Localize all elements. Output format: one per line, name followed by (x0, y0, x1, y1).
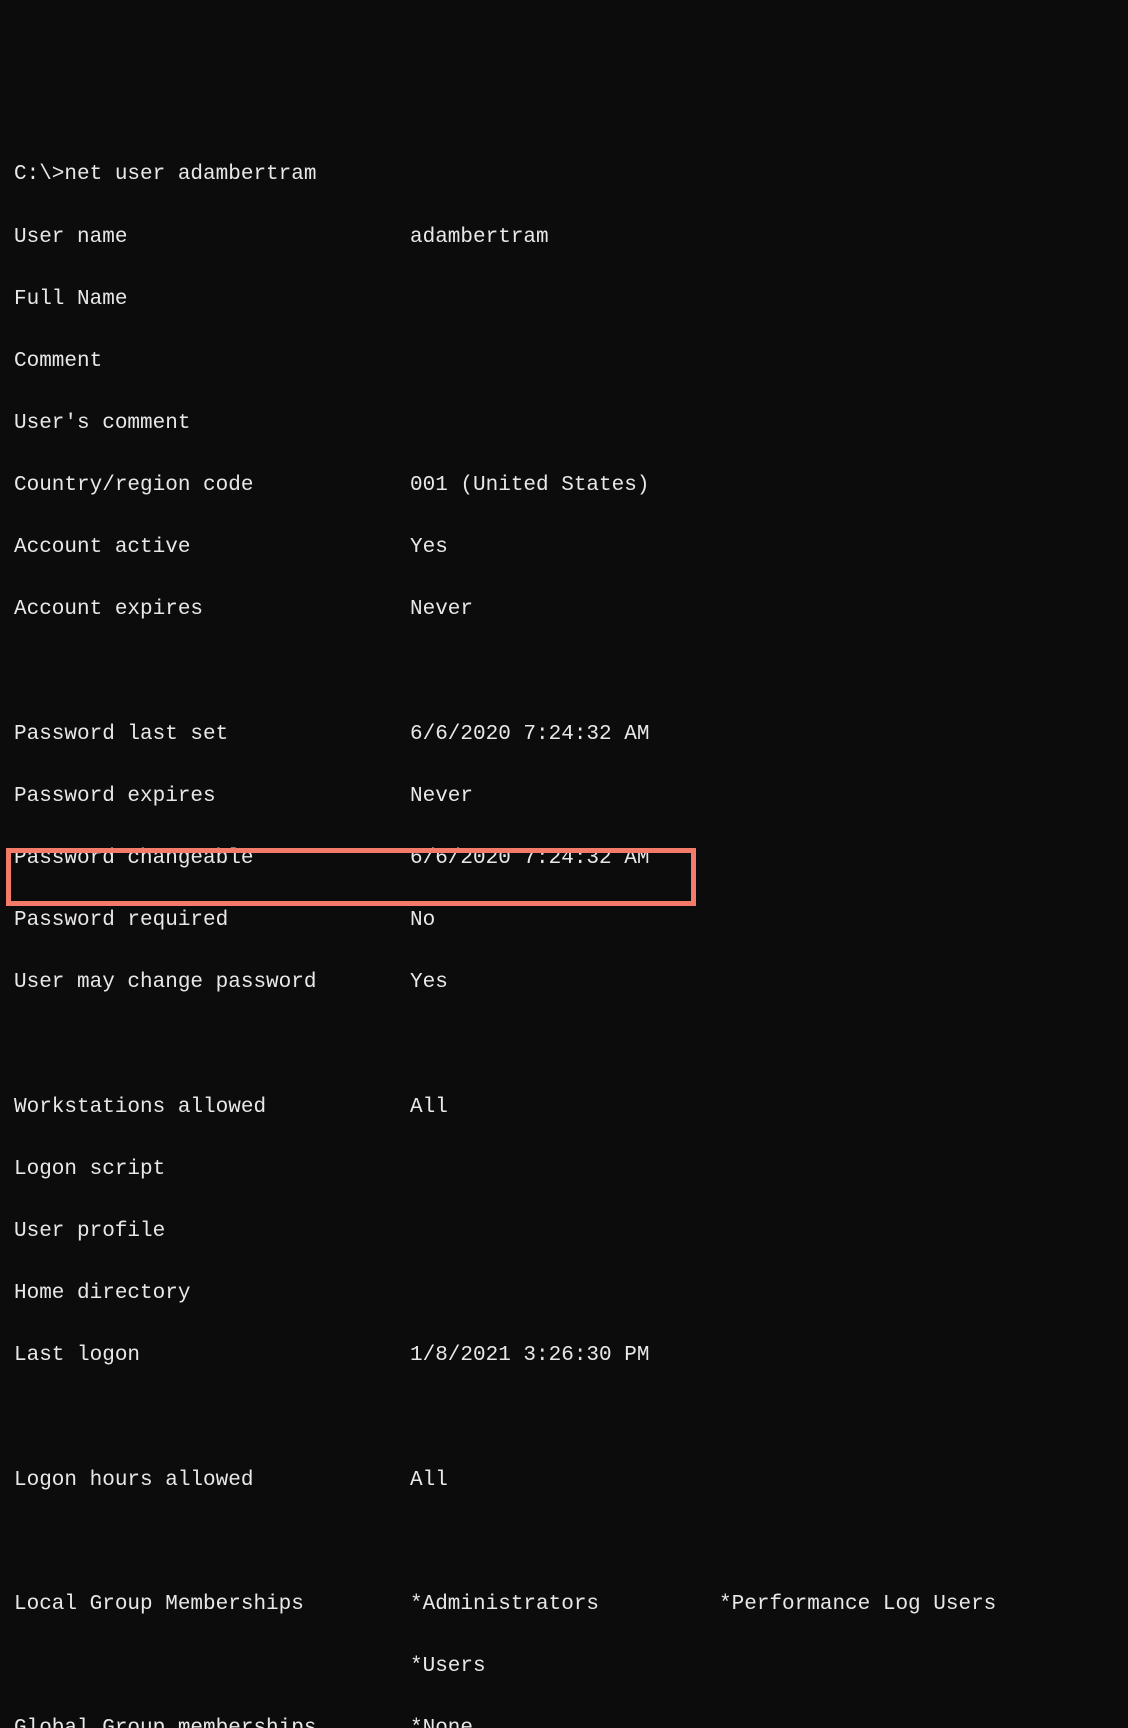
field-label: Logon script (14, 1154, 410, 1185)
field-label: Workstations allowed (14, 1092, 410, 1123)
field-label: User's comment (14, 408, 410, 439)
field-label: Country/region code (14, 470, 410, 501)
field-value: All (410, 1092, 448, 1123)
field-label: Last logon (14, 1340, 410, 1371)
global-group-memberships-label: Global Group memberships (14, 1713, 410, 1728)
field-label: User name (14, 222, 410, 253)
local-group-memberships-label: Local Group Memberships (14, 1589, 410, 1620)
local-group-perf-log-users: *Performance Log Users (719, 1589, 996, 1620)
field-value: All (410, 1465, 448, 1496)
field-value: Never (410, 594, 473, 625)
field-label: Comment (14, 346, 410, 377)
field-label: Password expires (14, 781, 410, 812)
field-label: User may change password (14, 967, 410, 998)
field-value: Never (410, 781, 473, 812)
field-value: 001 (United States) (410, 470, 649, 501)
field-label: Logon hours allowed (14, 1465, 410, 1496)
field-label: Full Name (14, 284, 410, 315)
field-value: 1/8/2021 3:26:30 PM (410, 1340, 649, 1371)
field-label: Password changeable (14, 843, 410, 874)
field-label: Home directory (14, 1278, 410, 1309)
local-group-admin: *Administrators (410, 1589, 599, 1620)
field-value: adambertram (410, 222, 549, 253)
field-label: Password required (14, 905, 410, 936)
command-prompt-line: C:\>net user adambertram (14, 163, 316, 186)
field-value: No (410, 905, 435, 936)
terminal-output[interactable]: C:\>net user adambertram User nameadambe… (14, 128, 1114, 1728)
field-value: Yes (410, 532, 448, 563)
global-group-value: *None (410, 1713, 473, 1728)
local-group-users: *Users (410, 1651, 486, 1682)
field-label: Account active (14, 532, 410, 563)
field-label: User profile (14, 1216, 410, 1247)
field-label: Account expires (14, 594, 410, 625)
field-value: 6/6/2020 7:24:32 AM (410, 719, 649, 750)
field-value: Yes (410, 967, 448, 998)
field-value: 6/6/2020 7:24:32 AM (410, 843, 649, 874)
field-label: Password last set (14, 719, 410, 750)
